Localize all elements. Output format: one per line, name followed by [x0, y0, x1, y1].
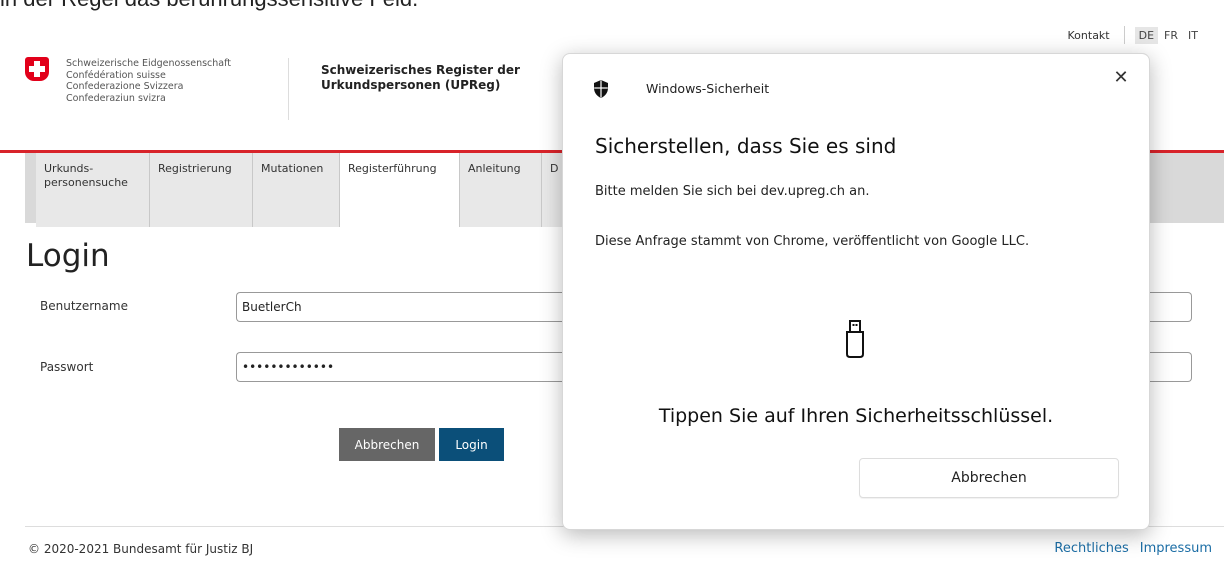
username-label: Benutzername — [40, 299, 128, 313]
cancel-button[interactable]: Abbrechen — [339, 428, 435, 461]
windows-security-dialog: Windows-Sicherheit ✕ Sicherstellen, dass… — [562, 53, 1150, 530]
confederation-de: Schweizerische Eidgenossenschaft — [66, 58, 232, 69]
username-field[interactable]: BuetlerCh — [236, 292, 568, 322]
tab-partial[interactable]: D — [542, 153, 564, 227]
dialog-cancel-button[interactable]: Abbrechen — [859, 458, 1119, 498]
security-key-icon — [846, 320, 864, 358]
swiss-cross-logo — [25, 57, 49, 81]
footer-links: Rechtliches Impressum — [1054, 541, 1212, 556]
password-field-end[interactable] — [1150, 352, 1192, 382]
register-title-line2: Urkundspersonen (UPReg) — [321, 78, 501, 92]
password-label: Passwort — [40, 360, 94, 374]
tab-registerfuehrung[interactable]: Registerführung — [340, 153, 460, 227]
lang-it[interactable]: IT — [1184, 27, 1202, 44]
contact-link[interactable]: Kontakt — [1068, 29, 1110, 42]
tab-anleitung[interactable]: Anleitung — [460, 153, 542, 227]
screen: in der Regel das berührungssensitive Fel… — [0, 0, 1224, 563]
divider — [1123, 26, 1125, 44]
register-title-line1: Schweizerisches Register der — [321, 63, 520, 77]
dialog-signin-text: Bitte melden Sie sich bei dev.upreg.ch a… — [595, 184, 870, 199]
tab-mutationen[interactable]: Mutationen — [253, 153, 340, 227]
username-field-end[interactable] — [1150, 292, 1192, 322]
header-divider — [288, 58, 289, 120]
login-button[interactable]: Login — [439, 428, 504, 461]
lang-fr[interactable]: FR — [1160, 27, 1182, 44]
confederation-fr: Confédération suisse — [66, 69, 166, 81]
dialog-request-text: Diese Anfrage stammt von Chrome, veröffe… — [595, 234, 1030, 249]
language-bar: Kontakt DE FR IT — [1068, 26, 1202, 44]
dialog-instruction: Tippen Sie auf Ihren Sicherheitsschlüsse… — [658, 405, 1054, 427]
lang-de[interactable]: DE — [1134, 26, 1159, 44]
dialog-app-name: Windows-Sicherheit — [646, 81, 770, 96]
legal-link[interactable]: Rechtliches — [1054, 541, 1128, 556]
close-icon[interactable]: ✕ — [1110, 66, 1132, 88]
confederation-rm: Confederaziun svizra — [66, 92, 166, 104]
footer-copyright: © 2020-2021 Bundesamt für Justiz BJ — [28, 542, 254, 556]
tab-registrierung[interactable]: Registrierung — [150, 153, 253, 227]
tab-urkundspersonensuche[interactable]: Urkunds- personensuche — [36, 153, 150, 227]
register-title: Schweizerisches Register der Urkundspers… — [321, 63, 520, 93]
shield-icon — [594, 80, 608, 98]
confederation-names: Schweizerische Eidgenossenschaft Confédé… — [66, 58, 231, 104]
imprint-link[interactable]: Impressum — [1140, 541, 1212, 556]
dialog-heading: Sicherstellen, dass Sie es sind — [595, 134, 897, 158]
password-field[interactable]: ••••••••••••• — [236, 352, 568, 382]
caption-text: in der Regel das berührungssensitive Fel… — [0, 0, 418, 12]
confederation-it: Confederazione Svizzera — [66, 81, 184, 92]
page-title: Login — [26, 238, 110, 274]
